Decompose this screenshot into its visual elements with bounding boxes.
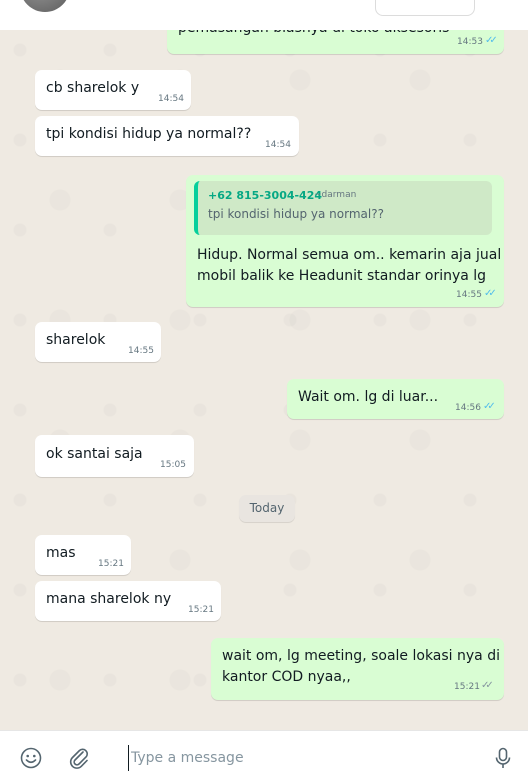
message-text: Wait om. lg di luar... — [298, 389, 439, 405]
message-text-line: mobil balik ke Headunit standar orinya l… — [197, 268, 487, 284]
message-text: mas — [46, 545, 76, 561]
read-receipt-icon: ✓✓ — [485, 35, 498, 46]
message-bubble-outgoing[interactable]: pemasangan biasnya di toko aksesoris 14:… — [167, 30, 504, 54]
message-bubble-incoming[interactable]: mana sharelok ny 15:21 — [35, 581, 221, 621]
message-list[interactable]: pemasangan biasnya di toko aksesoris 14:… — [0, 30, 528, 730]
message-time: 14:55 — [128, 346, 154, 356]
message-text: tpi kondisi hidup ya normal?? — [46, 126, 252, 142]
message-time: 14:53 — [457, 37, 483, 47]
message-text: cb sharelok y — [46, 80, 140, 96]
message-time: 15:21 — [454, 682, 480, 692]
quoted-sender-name: ~darman — [314, 190, 357, 200]
message-text: ok santai saja — [46, 446, 143, 462]
message-time: 14:55 — [456, 290, 482, 300]
quoted-text: tpi kondisi hidup ya normal?? — [208, 207, 384, 221]
message-composer — [0, 730, 528, 783]
header-action-button[interactable] — [375, 0, 475, 16]
message-text: pemasangan biasnya di toko aksesoris — [178, 30, 449, 39]
message-input[interactable] — [128, 745, 471, 771]
message-bubble-incoming[interactable]: mas 15:21 — [35, 535, 131, 575]
message-bubble-outgoing[interactable]: +62 815-3004-424 ~darman tpi kondisi hid… — [186, 175, 504, 307]
paperclip-icon[interactable] — [66, 745, 92, 771]
read-receipt-icon: ✓✓ — [484, 288, 497, 299]
emoji-icon[interactable] — [18, 745, 44, 771]
message-bubble-incoming[interactable]: sharelok 14:55 — [35, 322, 161, 362]
message-time: 14:54 — [265, 140, 291, 150]
message-time: 15:21 — [98, 559, 124, 569]
chat-header — [0, 0, 528, 31]
quoted-message[interactable]: +62 815-3004-424 ~darman tpi kondisi hid… — [194, 181, 492, 235]
message-text: mana sharelok ny — [46, 591, 172, 607]
message-text-line: wait om, lg meeting, soale lokasi nya di — [222, 648, 500, 664]
message-bubble-outgoing[interactable]: Wait om. lg di luar... 14:56 ✓✓ — [287, 379, 504, 419]
microphone-icon[interactable] — [490, 745, 516, 771]
message-time: 14:56 — [455, 403, 481, 413]
message-text-line: Hidup. Normal semua om.. kemarin aja jua… — [197, 247, 502, 263]
read-receipt-icon: ✓✓ — [483, 401, 496, 412]
message-bubble-outgoing[interactable]: wait om, lg meeting, soale lokasi nya di… — [211, 638, 504, 700]
date-divider: Today — [239, 495, 295, 522]
delivered-receipt-icon: ✓✓ — [481, 680, 494, 691]
message-time: 14:54 — [158, 94, 184, 104]
message-bubble-incoming[interactable]: cb sharelok y 14:54 — [35, 70, 191, 110]
quoted-sender-phone: +62 815-3004-424 — [208, 189, 323, 202]
message-time: 15:05 — [160, 460, 186, 470]
message-bubble-incoming[interactable]: ok santai saja 15:05 — [35, 435, 194, 477]
message-time: 15:21 — [188, 605, 214, 615]
message-text: sharelok — [46, 332, 106, 348]
message-bubble-incoming[interactable]: tpi kondisi hidup ya normal?? 14:54 — [35, 116, 299, 156]
contact-avatar[interactable] — [20, 0, 70, 12]
message-text-line: kantor COD nyaa,, — [222, 669, 351, 685]
